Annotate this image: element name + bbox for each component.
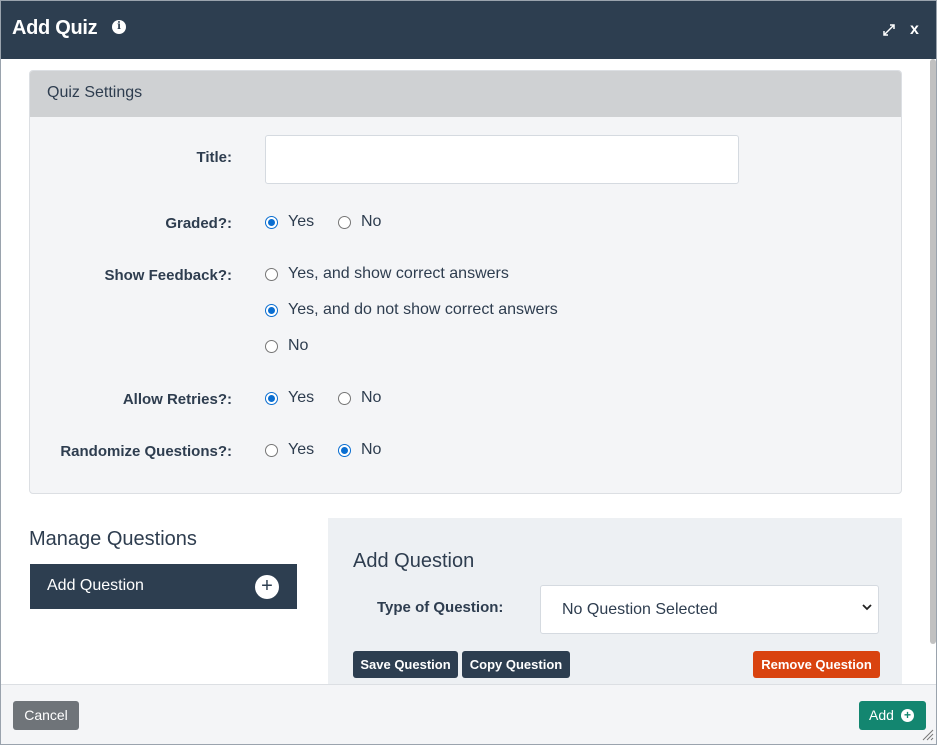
retries-yes-option[interactable]: Yes (265, 389, 314, 407)
retries-no-option[interactable]: No (338, 389, 381, 407)
randomize-yes-radio[interactable] (265, 443, 278, 457)
feedback-show-correct-option[interactable]: Yes, and show correct answers (265, 265, 509, 283)
feedback-hide-correct-option[interactable]: Yes, and do not show correct answers (265, 301, 558, 319)
title-input[interactable] (265, 135, 739, 184)
manage-questions-title: Manage Questions (29, 528, 197, 550)
close-icon[interactable]: x (910, 21, 919, 39)
graded-yes-label: Yes (288, 213, 315, 230)
randomize-yes-option[interactable]: Yes (265, 441, 314, 459)
question-type-value: No Question Selected (562, 601, 718, 618)
randomize-no-option[interactable]: No (338, 441, 381, 459)
add-question-sidebar-button[interactable]: Add Question + (30, 564, 297, 609)
add-button[interactable]: Add + (859, 701, 926, 730)
retries-no-label: No (361, 389, 382, 406)
dialog-titlebar: Add Quiz i x (1, 1, 936, 59)
feedback-no-label: No (288, 337, 309, 354)
expand-icon[interactable] (881, 22, 897, 38)
graded-no-radio[interactable] (338, 215, 351, 229)
allow-retries-label: Allow Retries?: (122, 391, 232, 408)
vertical-scrollbar[interactable] (930, 59, 936, 644)
chevron-down-icon (862, 604, 872, 611)
dialog-body[interactable]: Quiz Settings Title: Graded?: Yes No Sho… (1, 59, 930, 684)
feedback-hide-correct-label: Yes, and do not show correct answers (288, 301, 558, 318)
show-feedback-label: Show Feedback?: (104, 267, 232, 284)
dialog-footer: Cancel Add + (1, 684, 936, 744)
resize-grip-icon[interactable] (921, 728, 934, 741)
retries-yes-radio[interactable] (265, 391, 278, 405)
feedback-show-correct-label: Yes, and show correct answers (288, 265, 509, 282)
randomize-yes-label: Yes (288, 441, 315, 458)
graded-yes-radio[interactable] (265, 215, 278, 229)
add-question-panel: Add Question Type of Question: No Questi… (328, 518, 902, 684)
randomize-questions-label: Randomize Questions?: (60, 443, 232, 460)
randomize-no-label: No (361, 441, 382, 458)
remove-question-button[interactable]: Remove Question (753, 651, 880, 678)
graded-no-label: No (361, 213, 382, 230)
graded-label: Graded?: (165, 215, 232, 232)
save-question-button[interactable]: Save Question (353, 651, 458, 678)
graded-no-option[interactable]: No (338, 213, 381, 231)
info-icon[interactable]: i (112, 20, 126, 34)
question-type-select[interactable]: No Question Selected (540, 585, 879, 634)
feedback-no-option[interactable]: No (265, 337, 308, 355)
graded-yes-option[interactable]: Yes (265, 213, 314, 231)
feedback-no-radio[interactable] (265, 339, 278, 353)
add-question-heading: Add Question (353, 550, 475, 572)
cancel-button[interactable]: Cancel (13, 701, 79, 730)
quiz-settings-heading: Quiz Settings (47, 84, 143, 101)
feedback-show-correct-radio[interactable] (265, 267, 278, 281)
title-label: Title: (196, 149, 232, 166)
plus-icon[interactable]: + (255, 575, 279, 599)
add-quiz-dialog: Add Quiz i x Quiz Settings Title: Graded… (0, 0, 937, 745)
randomize-no-radio[interactable] (338, 443, 351, 457)
add-button-label: Add (869, 707, 894, 723)
quiz-settings-panel: Quiz Settings Title: Graded?: Yes No Sho… (29, 70, 902, 494)
copy-question-button[interactable]: Copy Question (462, 651, 570, 678)
add-question-sidebar-label: Add Question (47, 577, 144, 594)
retries-yes-label: Yes (288, 389, 315, 406)
question-type-label: Type of Question: (377, 599, 504, 616)
add-circle-icon: + (901, 709, 914, 722)
feedback-hide-correct-radio[interactable] (265, 303, 278, 317)
quiz-settings-header: Quiz Settings (30, 71, 901, 117)
dialog-title: Add Quiz (12, 17, 98, 39)
retries-no-radio[interactable] (338, 391, 351, 405)
